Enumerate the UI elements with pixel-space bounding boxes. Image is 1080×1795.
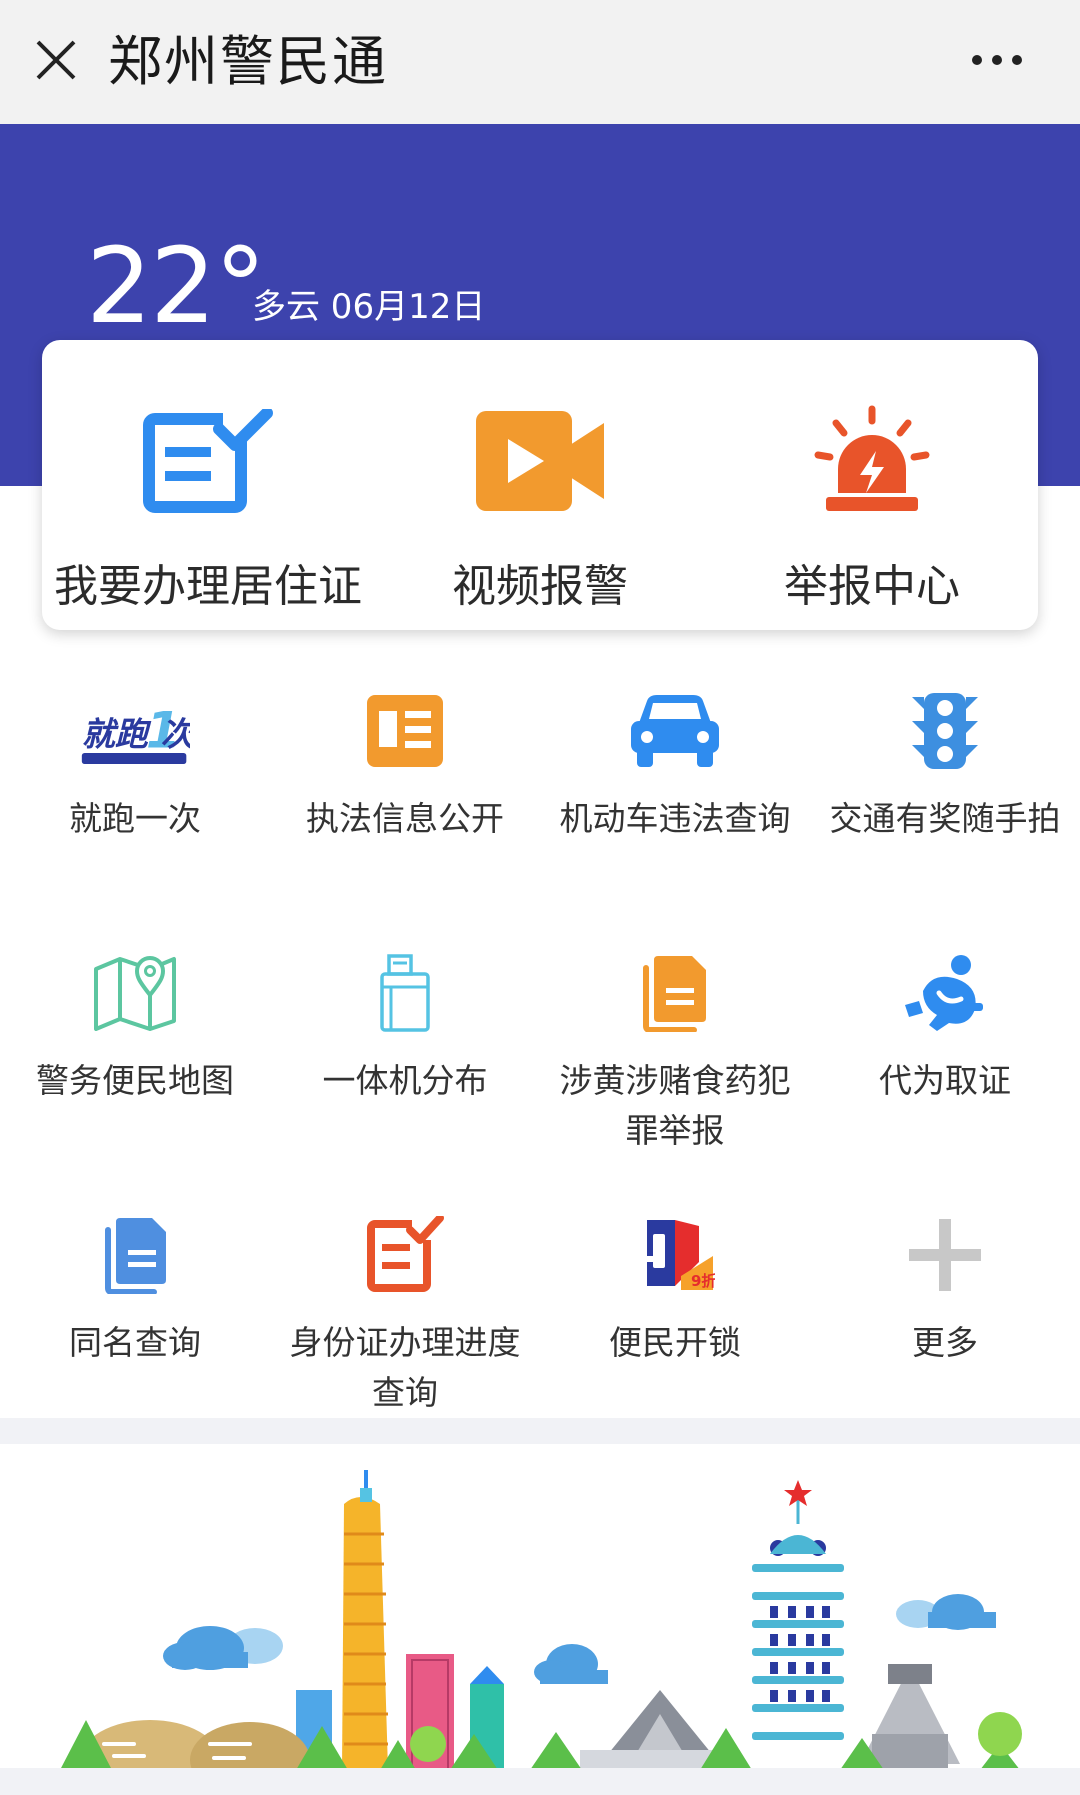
map-pin-icon — [80, 948, 190, 1038]
quick-action-label: 我要办理居住证 — [54, 561, 362, 612]
service-label: 机动车违法查询 — [559, 799, 791, 838]
service-label: 一体机分布 — [322, 1061, 488, 1100]
service-same-name-query[interactable]: 同名查询 — [0, 1210, 270, 1368]
service-label: 交通有奖随手拍 — [829, 799, 1061, 838]
more-options-button[interactable] — [962, 40, 1032, 80]
service-label: 警务便民地图 — [36, 1061, 234, 1100]
residence-permit-form-icon — [138, 406, 278, 516]
running-man-icon — [890, 948, 1000, 1038]
service-kiosk-distribution[interactable]: 一体机分布 — [270, 948, 540, 1106]
service-run-once[interactable]: 就跑 1 次 就跑一次 — [0, 686, 270, 844]
top-navigation-bar: 郑州警民通 — [0, 0, 1080, 124]
quick-action-residence-permit[interactable]: 我要办理居住证 — [42, 340, 374, 630]
cloud-icon — [163, 1594, 996, 1684]
service-label: 涉黄涉赌食药犯罪举报 — [559, 1061, 791, 1150]
quick-action-label: 举报中心 — [784, 561, 960, 612]
video-camera-icon — [470, 406, 610, 516]
weather-condition-date: 多云 06月12日 — [252, 287, 486, 327]
city-skyline-banner[interactable] — [0, 1444, 1080, 1795]
quick-action-label: 视频报警 — [452, 561, 628, 612]
service-label: 同名查询 — [69, 1323, 201, 1362]
svg-text:就跑: 就跑 — [82, 715, 152, 754]
plus-icon — [890, 1210, 1000, 1300]
temperature: 22° — [86, 225, 266, 347]
service-law-enforcement-info[interactable]: 执法信息公开 — [270, 686, 540, 844]
service-label: 执法信息公开 — [306, 799, 504, 838]
svg-text:9折: 9折 — [691, 1272, 715, 1290]
more-dots-icon — [972, 55, 1022, 65]
quick-action-report-center[interactable]: 举报中心 — [706, 340, 1038, 630]
service-traffic-photo[interactable]: 交通有奖随手拍 — [810, 686, 1080, 844]
service-more[interactable]: 更多 — [810, 1210, 1080, 1368]
service-label: 更多 — [912, 1323, 978, 1362]
document-report-icon — [620, 948, 730, 1038]
unlock-key-icon: 9折 — [620, 1210, 730, 1300]
files-icon — [80, 1210, 190, 1300]
traffic-light-icon — [890, 686, 1000, 776]
service-evidence-collection[interactable]: 代为取证 — [810, 948, 1080, 1106]
car-icon — [620, 686, 730, 776]
close-button[interactable] — [28, 32, 84, 88]
page-title: 郑州警民通 — [108, 30, 388, 93]
service-crime-report[interactable]: 涉黄涉赌食药犯罪举报 — [540, 948, 810, 1156]
service-label: 便民开锁 — [609, 1323, 741, 1362]
svg-text:次: 次 — [161, 715, 190, 754]
service-label: 代为取证 — [879, 1061, 1011, 1100]
service-police-map[interactable]: 警务便民地图 — [0, 948, 270, 1106]
bottom-strip — [0, 1768, 1080, 1795]
service-unlock[interactable]: 9折 便民开锁 — [540, 1210, 810, 1368]
app-page: 郑州警民通 22° 多云 06月12日 我要办理居住证 视频报警 举报中心 就跑… — [0, 0, 1080, 1795]
id-card-icon — [350, 686, 460, 776]
quick-action-video-alarm[interactable]: 视频报警 — [374, 340, 706, 630]
edit-form-icon — [350, 1210, 460, 1300]
kiosk-machine-icon — [350, 948, 460, 1038]
close-icon — [36, 40, 76, 80]
service-vehicle-violation[interactable]: 机动车违法查询 — [540, 686, 810, 844]
service-label: 就跑一次 — [69, 799, 201, 838]
service-label: 身份证办理进度查询 — [289, 1323, 521, 1412]
alarm-siren-icon — [802, 405, 942, 516]
section-divider — [0, 1418, 1080, 1444]
service-id-card-progress[interactable]: 身份证办理进度查询 — [270, 1210, 540, 1418]
run-once-logo-icon: 就跑 1 次 — [80, 686, 190, 776]
quick-actions-card: 我要办理居住证 视频报警 举报中心 — [42, 340, 1038, 630]
skyline-illustration — [0, 1470, 1080, 1795]
